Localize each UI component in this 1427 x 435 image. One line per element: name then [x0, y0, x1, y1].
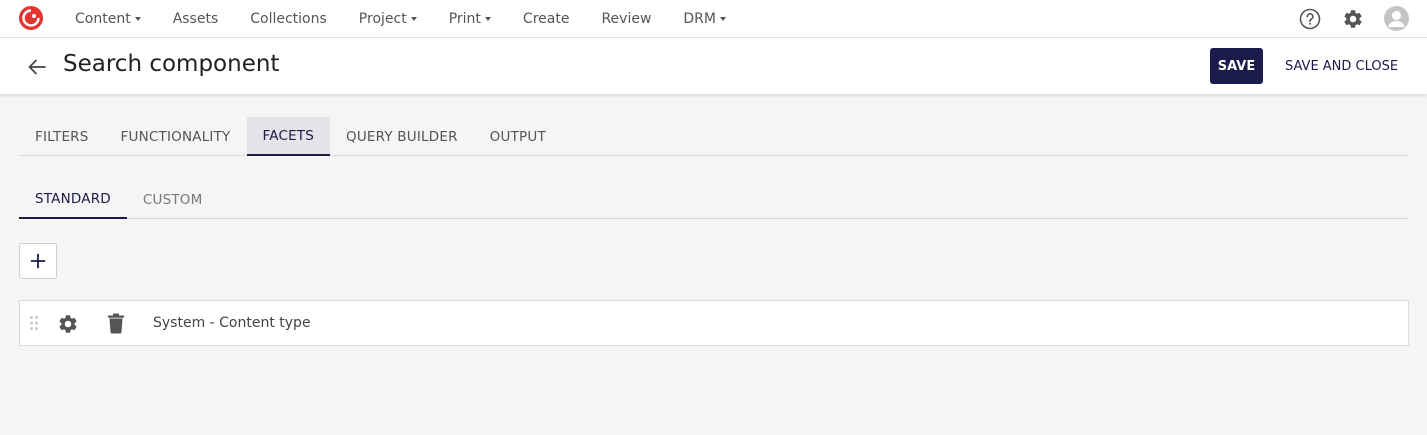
tab-filters[interactable]: FILTERS [19, 117, 105, 156]
subtab-custom[interactable]: CUSTOM [127, 180, 219, 219]
top-nav: Content Assets Collections Project Print… [0, 0, 1427, 38]
arrow-left-icon[interactable] [26, 56, 48, 78]
page-title: Search component [63, 51, 280, 77]
main-menu: Content Assets Collections Project Print… [59, 0, 742, 38]
add-facet-button[interactable] [19, 243, 57, 279]
app-logo-icon[interactable] [18, 5, 44, 31]
tab-facets[interactable]: FACETS [246, 117, 331, 156]
nav-item-drm[interactable]: DRM [667, 0, 742, 38]
trash-icon[interactable] [107, 313, 125, 334]
nav-item-project[interactable]: Project [343, 0, 433, 38]
nav-item-print[interactable]: Print [433, 0, 507, 38]
save-button[interactable]: SAVE [1210, 48, 1263, 84]
nav-item-review[interactable]: Review [585, 0, 667, 38]
chevron-down-icon [484, 17, 491, 21]
facet-label: System - Content type [153, 315, 311, 331]
nav-item-assets[interactable]: Assets [157, 0, 235, 38]
tab-functionality[interactable]: FUNCTIONALITY [105, 117, 247, 156]
plus-icon [30, 253, 46, 269]
facet-row: System - Content type [19, 300, 1409, 346]
gear-icon[interactable] [57, 313, 79, 335]
chevron-down-icon [720, 17, 726, 21]
chevron-down-icon [134, 17, 141, 21]
help-icon[interactable] [1299, 8, 1321, 30]
nav-item-content[interactable]: Content [59, 0, 157, 38]
gear-icon[interactable] [1342, 8, 1364, 30]
drag-handle-icon[interactable] [29, 315, 39, 331]
avatar-icon[interactable] [1384, 6, 1409, 31]
subtab-standard[interactable]: STANDARD [19, 180, 127, 219]
main-tabs: FILTERS FUNCTIONALITY FACETS QUERY BUILD… [19, 117, 1409, 156]
tab-query-builder[interactable]: QUERY BUILDER [330, 117, 474, 156]
page-header: Search component SAVE SAVE AND CLOSE [0, 38, 1427, 94]
save-and-close-button[interactable]: SAVE AND CLOSE [1276, 48, 1407, 84]
tab-output[interactable]: OUTPUT [474, 117, 562, 156]
facet-subtabs: STANDARD CUSTOM [19, 180, 1409, 219]
chevron-down-icon [410, 17, 417, 21]
nav-item-create[interactable]: Create [507, 0, 586, 38]
nav-item-collections[interactable]: Collections [234, 0, 343, 38]
